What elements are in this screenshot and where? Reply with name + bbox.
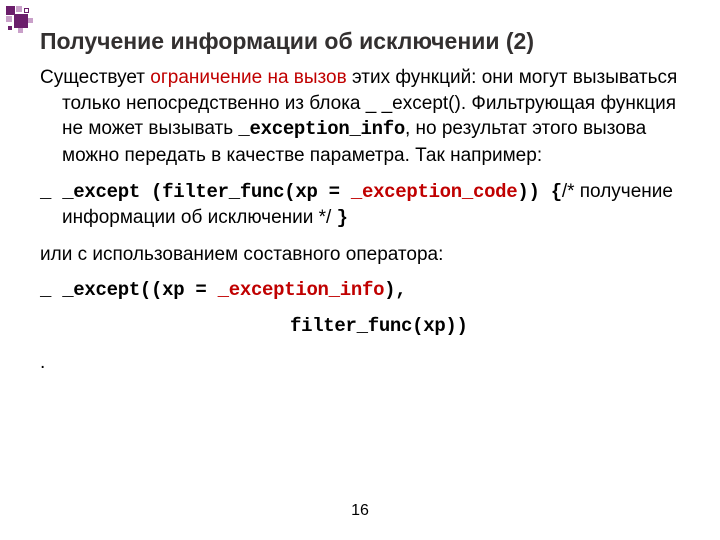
c2-c: ), xyxy=(384,279,406,301)
p1-pre: Существует xyxy=(40,67,150,88)
paragraph-2: или с использованием составного оператор… xyxy=(40,242,680,268)
p1-highlight: ограничение на вызов xyxy=(150,67,346,88)
trailing-dot: . xyxy=(40,350,680,376)
code-example-2-line1: _ _except((xp = _exception_info), xyxy=(40,277,680,304)
p1-code: _exception_info xyxy=(238,118,405,140)
paragraph-1: Существует ограничение на вызов этих фун… xyxy=(40,65,680,169)
code-example-2-line2: filter_func(xp)) xyxy=(40,314,680,340)
slide-body: Существует ограничение на вызов этих фун… xyxy=(40,65,680,375)
corner-ornament xyxy=(6,6,36,36)
c2-a: _ _except((xp = xyxy=(40,279,218,301)
code-example-1: _ _except (filter_func(xp = _exception_c… xyxy=(40,179,680,232)
c2-b: _exception_info xyxy=(218,279,385,301)
c1-d: } xyxy=(337,207,348,229)
c1-b: _exception_code xyxy=(351,181,518,203)
page-number: 16 xyxy=(0,502,720,520)
c1-a: _ _except (filter_func(xp = xyxy=(40,181,351,203)
c1-c: )) { xyxy=(517,181,561,203)
slide-title: Получение информации об исключении (2) xyxy=(40,28,680,55)
slide: Получение информации об исключении (2) С… xyxy=(0,0,720,540)
